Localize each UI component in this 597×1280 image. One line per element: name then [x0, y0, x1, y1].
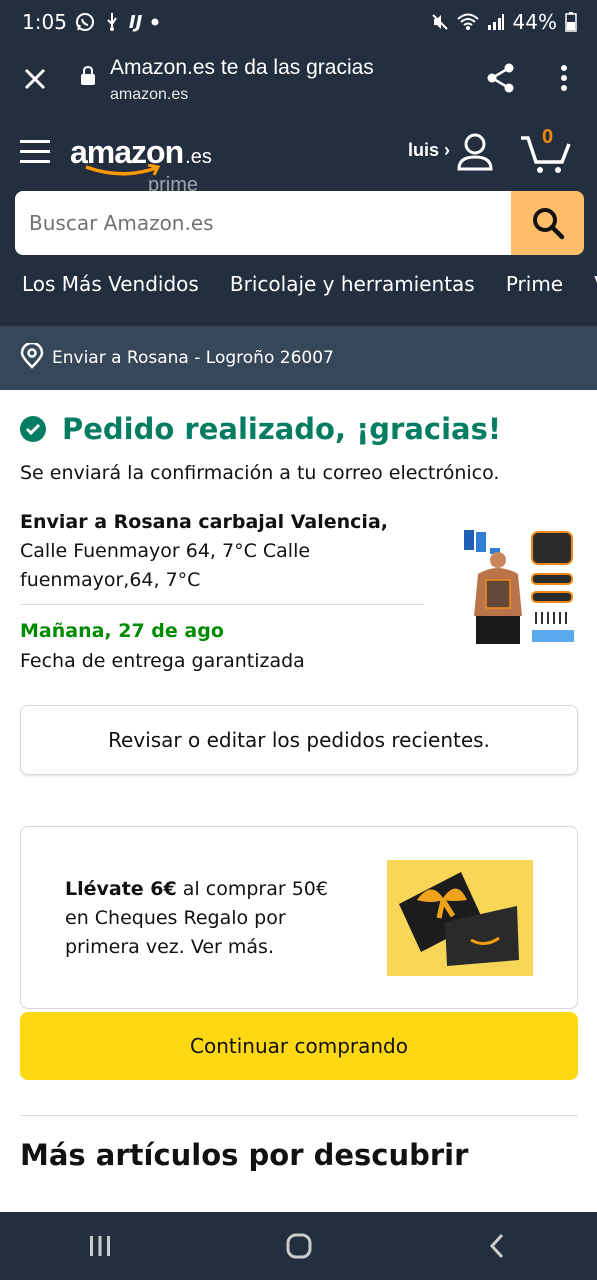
search-button[interactable]	[511, 191, 584, 255]
mute-icon	[431, 13, 449, 31]
nav-link-prime[interactable]: Prime	[506, 272, 563, 296]
browser-page-title: Amazon.es te da las gracias	[110, 56, 374, 79]
wifi-icon	[456, 13, 479, 31]
back-icon[interactable]	[468, 1216, 528, 1276]
promo-text: Llévate 6€ al comprar 50€ en Cheques Reg…	[65, 875, 355, 962]
browser-url[interactable]: amazon.es	[110, 86, 188, 104]
order-success-title: Pedido realizado, ¡gracias!	[62, 412, 502, 446]
recent-apps-icon[interactable]	[70, 1216, 130, 1276]
delivery-guarantee: Fecha de entrega garantizada	[20, 650, 305, 672]
delivery-location-bar[interactable]: Enviar a Rosana - Logroño 26007	[0, 326, 597, 390]
amazon-logo[interactable]: amazon .es prime	[70, 134, 212, 196]
order-success-header: Pedido realizado, ¡gracias!	[20, 412, 501, 446]
nav-link-best-sellers[interactable]: Los Más Vendidos	[22, 272, 199, 296]
battery-percent: 44%	[512, 10, 557, 34]
shipping-address: Enviar a Rosana carbajal Valencia, Calle…	[20, 508, 420, 595]
home-icon[interactable]	[269, 1216, 329, 1276]
divider	[20, 604, 424, 605]
promo-bold: Llévate 6€	[65, 878, 177, 900]
account-link[interactable]: luis ›	[408, 140, 450, 161]
ij-icon: IJ	[128, 11, 143, 33]
signal-icon	[487, 13, 505, 31]
section-title-more-items: Más artículos por descubrir	[20, 1138, 469, 1172]
share-icon[interactable]	[485, 62, 517, 98]
dot-icon	[150, 17, 160, 27]
logo-suffix: .es	[185, 146, 212, 168]
gift-box-image	[387, 860, 533, 976]
battery-icon	[565, 12, 577, 32]
close-icon[interactable]	[20, 64, 50, 94]
usb-icon	[103, 12, 121, 32]
confirmation-email-text: Se enviará la confirmación a tu correo e…	[20, 462, 500, 484]
gift-card-promo[interactable]: Llévate 6€ al comprar 50€ en Cheques Reg…	[20, 826, 578, 1009]
review-orders-button[interactable]: Revisar o editar los pedidos recientes.	[20, 705, 578, 775]
search-bar	[15, 191, 584, 255]
hamburger-menu-icon[interactable]	[20, 138, 50, 170]
divider	[20, 1115, 578, 1116]
status-bar: 1:05 IJ 44%	[0, 0, 597, 44]
search-input[interactable]	[15, 191, 511, 255]
delivery-date: Mañana, 27 de ago	[20, 620, 224, 642]
browser-toolbar: Amazon.es te da las gracias amazon.es	[0, 44, 597, 120]
amazon-header: amazon.es prime luis › 0 Los Más Vendido…	[0, 120, 597, 326]
ship-to-name: Enviar a Rosana carbajal Valencia,	[20, 511, 388, 533]
whatsapp-icon	[75, 12, 95, 32]
category-nav: Los Más Vendidos Bricolaje y herramienta…	[0, 272, 597, 312]
status-time: 1:05	[22, 10, 67, 34]
system-nav-bar	[0, 1212, 597, 1280]
cart-count: 0	[542, 126, 554, 148]
location-pin-icon	[20, 341, 44, 374]
product-image[interactable]	[460, 528, 578, 650]
user-icon[interactable]	[456, 132, 494, 176]
ship-to-address: Calle Fuenmayor 64, 7°C Calle fuenmayor,…	[20, 540, 311, 591]
more-options-icon[interactable]	[554, 62, 574, 98]
check-circle-icon	[20, 416, 46, 442]
nav-link-diy-tools[interactable]: Bricolaje y herramientas	[230, 272, 475, 296]
continue-shopping-button[interactable]: Continuar comprando	[20, 1012, 578, 1080]
lock-icon	[80, 65, 96, 90]
order-confirmation: Pedido realizado, ¡gracias! Se enviará l…	[0, 390, 597, 1212]
delivery-location-text: Enviar a Rosana - Logroño 26007	[52, 348, 334, 368]
search-icon	[532, 208, 564, 240]
